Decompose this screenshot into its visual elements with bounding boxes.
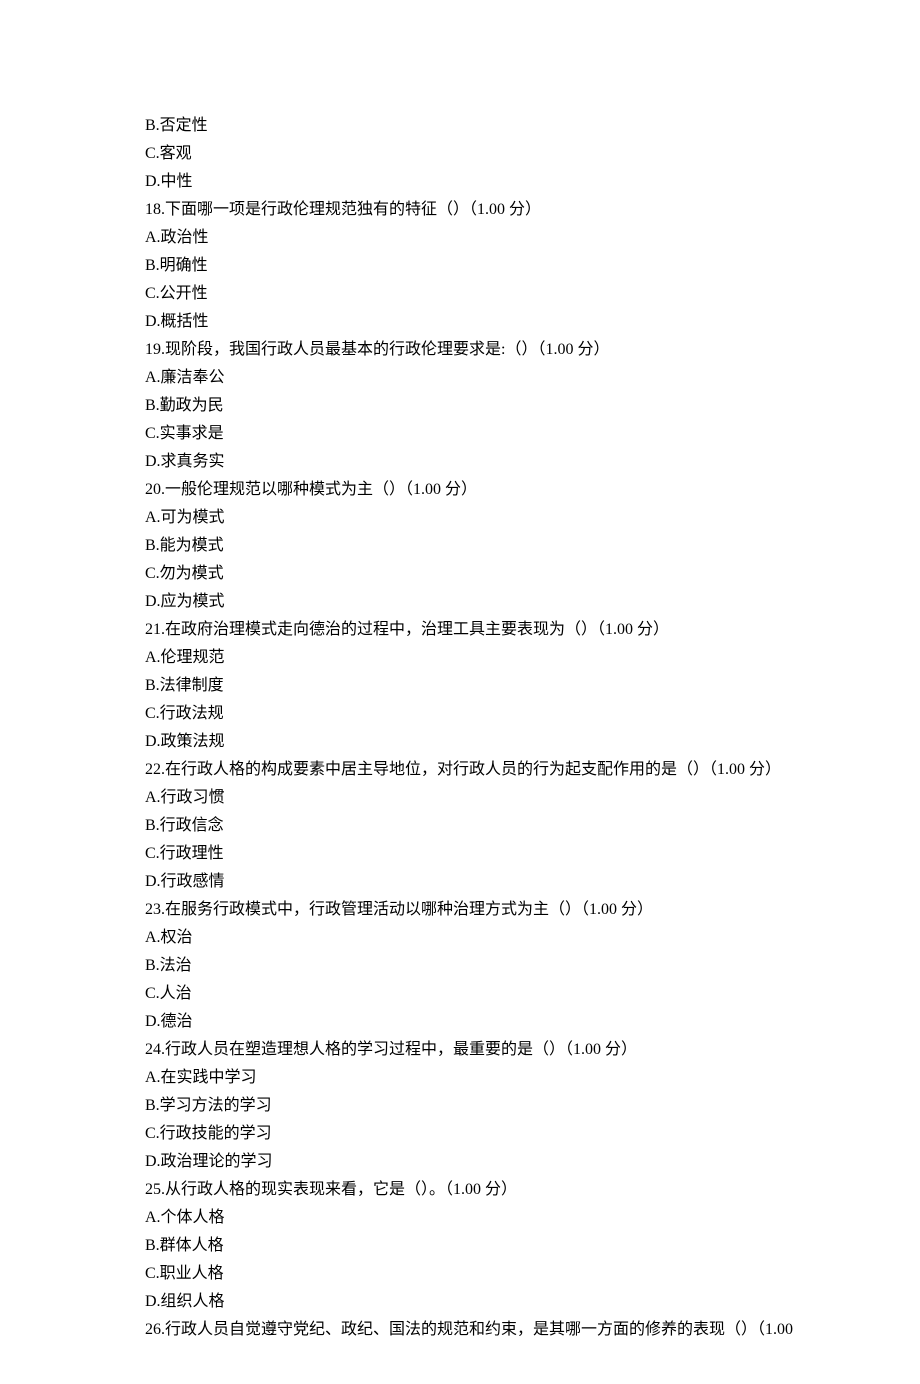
text-line: B.群体人格 bbox=[145, 1232, 775, 1260]
text-line: D.德治 bbox=[145, 1008, 775, 1036]
text-line: B.否定性 bbox=[145, 112, 775, 140]
text-line: B.能为模式 bbox=[145, 532, 775, 560]
text-line: 23.在服务行政模式中，行政管理活动以哪种治理方式为主（）（1.00 分） bbox=[145, 896, 775, 924]
text-line: C.实事求是 bbox=[145, 420, 775, 448]
text-line: 24.行政人员在塑造理想人格的学习过程中，最重要的是（）（1.00 分） bbox=[145, 1036, 775, 1064]
text-line: D.行政感情 bbox=[145, 868, 775, 896]
text-line: C.勿为模式 bbox=[145, 560, 775, 588]
text-line: B.法治 bbox=[145, 952, 775, 980]
text-line: C.人治 bbox=[145, 980, 775, 1008]
text-line: B.行政信念 bbox=[145, 812, 775, 840]
text-line: C.行政法规 bbox=[145, 700, 775, 728]
text-line: D.组织人格 bbox=[145, 1288, 775, 1316]
text-line: 26.行政人员自觉遵守党纪、政纪、国法的规范和约束，是其哪一方面的修养的表现（）… bbox=[145, 1316, 775, 1344]
text-line: A.权治 bbox=[145, 924, 775, 952]
text-line: A.个体人格 bbox=[145, 1204, 775, 1232]
text-line: 20.一般伦理规范以哪种模式为主（）（1.00 分） bbox=[145, 476, 775, 504]
text-line: D.求真务实 bbox=[145, 448, 775, 476]
text-line: D.概括性 bbox=[145, 308, 775, 336]
text-line: D.应为模式 bbox=[145, 588, 775, 616]
text-line: B.勤政为民 bbox=[145, 392, 775, 420]
text-line: B.法律制度 bbox=[145, 672, 775, 700]
text-line: D.政策法规 bbox=[145, 728, 775, 756]
text-line: A.在实践中学习 bbox=[145, 1064, 775, 1092]
text-line: C.行政技能的学习 bbox=[145, 1120, 775, 1148]
text-line: C.公开性 bbox=[145, 280, 775, 308]
text-line: 22.在行政人格的构成要素中居主导地位，对行政人员的行为起支配作用的是（）（1.… bbox=[145, 756, 775, 784]
text-line: 21.在政府治理模式走向德治的过程中，治理工具主要表现为（）（1.00 分） bbox=[145, 616, 775, 644]
text-line: C.客观 bbox=[145, 140, 775, 168]
exam-question-list: B.否定性C.客观D.中性18.下面哪一项是行政伦理规范独有的特征（）（1.00… bbox=[145, 112, 775, 1344]
text-line: A.廉洁奉公 bbox=[145, 364, 775, 392]
text-line: 19.现阶段，我国行政人员最基本的行政伦理要求是:（）（1.00 分） bbox=[145, 336, 775, 364]
text-line: 25.从行政人格的现实表现来看，它是（）。（1.00 分） bbox=[145, 1176, 775, 1204]
text-line: D.中性 bbox=[145, 168, 775, 196]
text-line: 18.下面哪一项是行政伦理规范独有的特征（）（1.00 分） bbox=[145, 196, 775, 224]
text-line: C.职业人格 bbox=[145, 1260, 775, 1288]
text-line: A.行政习惯 bbox=[145, 784, 775, 812]
text-line: A.伦理规范 bbox=[145, 644, 775, 672]
text-line: A.政治性 bbox=[145, 224, 775, 252]
text-line: D.政治理论的学习 bbox=[145, 1148, 775, 1176]
text-line: A.可为模式 bbox=[145, 504, 775, 532]
text-line: C.行政理性 bbox=[145, 840, 775, 868]
text-line: B.明确性 bbox=[145, 252, 775, 280]
text-line: B.学习方法的学习 bbox=[145, 1092, 775, 1120]
